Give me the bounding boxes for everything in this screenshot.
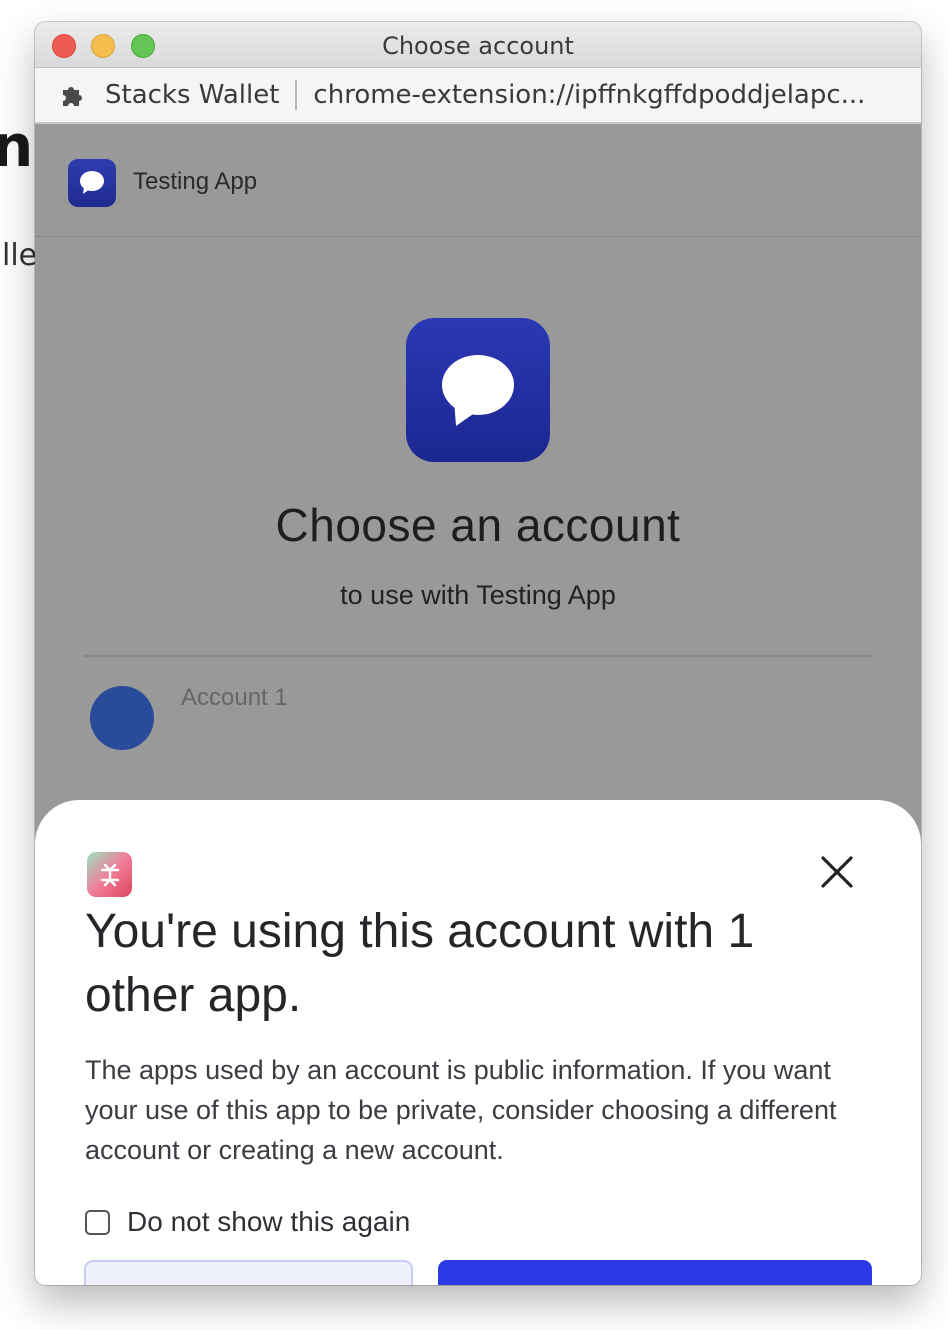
extension-url[interactable]: chrome-extension://ipffnkgffdpoddjelapc.…	[313, 80, 883, 110]
window-title: Choose account	[382, 32, 574, 60]
title-bar: Choose account	[35, 22, 921, 68]
popup-window: Choose account Stacks Wallet chrome-exte…	[35, 22, 921, 1285]
extension-name: Stacks Wallet	[105, 80, 280, 110]
avatar[interactable]	[90, 686, 154, 750]
modal-description: The apps used by an account is public in…	[85, 1055, 837, 1165]
account-name[interactable]: Account 1	[181, 684, 288, 712]
choose-account-page: Testing App Choose an account to use wit…	[35, 126, 921, 1285]
url-bar: Stacks Wallet chrome-extension://ipffnkg…	[35, 68, 921, 124]
app-usage-warning-modal: You're using this account with 1 other a…	[35, 800, 921, 1285]
stacks-logo-icon	[87, 852, 132, 897]
chat-bubble-icon	[406, 318, 550, 462]
go-back-button[interactable]: Go back	[84, 1260, 413, 1285]
page-title: Choose an account	[275, 499, 681, 551]
checkbox-label[interactable]: Do not show this again	[127, 1206, 410, 1238]
background-text-fragment: lle	[2, 238, 38, 273]
background-heading-fragment: n	[0, 112, 34, 180]
modal-title: You're using this account with 1 other a…	[85, 905, 755, 1022]
chat-bubble-icon	[68, 159, 116, 207]
page-subtitle: to use with Testing App	[340, 580, 616, 610]
url-divider	[295, 80, 298, 110]
continue-to-app-button[interactable]: Continue to app	[438, 1260, 872, 1285]
app-name: Testing App	[133, 168, 258, 195]
app-header: Testing App	[35, 126, 921, 237]
do-not-show-again-checkbox[interactable]	[85, 1209, 110, 1235]
do-not-show-again-row[interactable]: Do not show this again	[85, 1206, 410, 1238]
divider	[84, 655, 872, 657]
close-icon[interactable]	[817, 852, 857, 892]
puzzle-piece-icon	[59, 81, 87, 109]
